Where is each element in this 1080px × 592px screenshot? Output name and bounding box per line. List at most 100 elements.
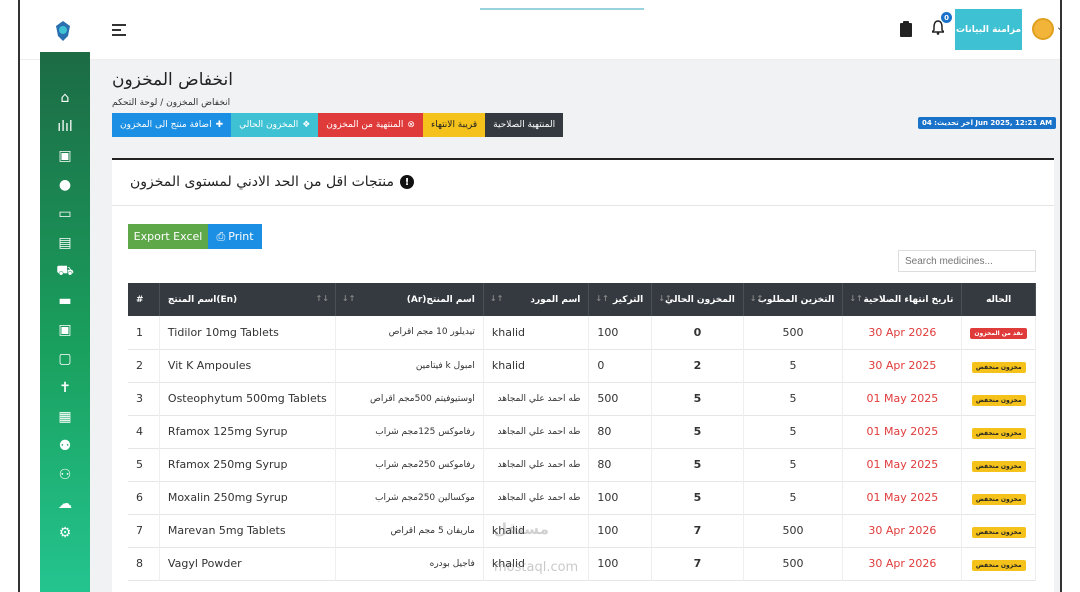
- building-icon[interactable]: ▦: [40, 406, 90, 428]
- briefcase-medical-icon[interactable]: ▣: [40, 319, 90, 341]
- cell-name-en: Rfamox 125mg Syrup: [159, 415, 336, 448]
- col-number[interactable]: #: [128, 283, 160, 316]
- col-current-stock[interactable]: المخزون الحالي ↑↓: [651, 283, 744, 316]
- cell-expiry: 30 Apr 2026: [842, 316, 963, 349]
- page-title: انخفاض المخزون: [112, 70, 233, 90]
- status-badge: مخزون منخفض: [971, 427, 1026, 439]
- cubes-icon: ❖: [302, 120, 311, 130]
- cell-status: مخزون منخفض: [961, 514, 1036, 547]
- chart-icon[interactable]: ılıl: [40, 116, 90, 138]
- search-input[interactable]: [898, 250, 1036, 272]
- cell-name-en: Osteophytum 500mg Tablets: [159, 382, 336, 415]
- print-button[interactable]: ⎙ Print: [208, 224, 262, 249]
- status-badge: مخزون منخفض: [971, 526, 1026, 538]
- cell-supplier: khalid: [483, 316, 590, 349]
- col-supplier[interactable]: اسم المورد ↑↓: [483, 283, 590, 316]
- cell-name-en: Vagyl Powder: [159, 547, 336, 580]
- truck-icon[interactable]: ▬: [40, 290, 90, 312]
- col-required-stock[interactable]: التخزين المطلوب ↑↓: [743, 283, 844, 316]
- table-row[interactable]: 1 Tidilor 10mg Tablets تيديلور 10 مجم اقرا…: [128, 316, 1036, 349]
- chevron-down-icon[interactable]: ⌄: [1056, 22, 1060, 33]
- table-row[interactable]: 4 Rfamox 125mg Syrup رفاموكس 125مجم شراب طه…: [128, 415, 1036, 448]
- app-logo-icon[interactable]: [54, 20, 72, 42]
- cell-status: مخزون منخفض: [961, 415, 1036, 448]
- cell-name-ar: تيديلور 10 مجم اقراص: [335, 316, 484, 349]
- cell-expiry: 30 Apr 2026: [842, 547, 963, 580]
- users-icon[interactable]: ⚉: [40, 435, 90, 457]
- bell-icon[interactable]: [932, 20, 944, 35]
- cell-name-ar: رفاموكس 125مجم شراب: [335, 415, 484, 448]
- col-name-ar[interactable]: اسم المنتج(Ar) ↑↓: [335, 283, 484, 316]
- cell-name-ar: اوستيوفيتم 500مجم اقراص: [335, 382, 484, 415]
- cloud-upload-icon[interactable]: ☁: [40, 493, 90, 515]
- table-row[interactable]: 6 Moxalin 250mg Syrup موكسالين 250مجم شراب…: [128, 481, 1036, 514]
- card-title: ! منتجات اقل من الحد الادني لمستوى المخز…: [130, 174, 415, 190]
- person-icon[interactable]: ✝: [40, 377, 90, 399]
- main-content: انخفاض المخزون انخفاض المخزون / لوحة الت…: [90, 60, 1060, 592]
- medkit-icon[interactable]: ▣: [40, 145, 90, 167]
- table-row[interactable]: 3 Osteophytum 500mg Tablets اوستيوفيتم 500…: [128, 382, 1036, 415]
- add-product-button[interactable]: ✚ اضافة منتج الى المخزون: [112, 113, 232, 137]
- cell-expiry: 30 Apr 2026: [842, 514, 963, 547]
- cell-required-stock: 500: [743, 547, 844, 580]
- cell-expiry: 01 May 2025: [842, 448, 963, 481]
- sidebar: ⌂ ılıl ▣ ● ▭ ▤ ⛟ ▬ ▣ ▢ ✝ ▦ ⚉ ⚇ ☁ ⚙: [40, 52, 90, 592]
- cell-name-ar: موكسالين 250مجم شراب: [335, 481, 484, 514]
- cell-current-stock: 5: [651, 448, 744, 481]
- col-status[interactable]: الحاله: [961, 283, 1036, 316]
- cell-name-en: Tidilor 10mg Tablets: [159, 316, 336, 349]
- cell-concentration: 100: [588, 514, 653, 547]
- cell-required-stock: 5: [743, 415, 844, 448]
- status-badge: مخزون منخفض: [971, 394, 1026, 406]
- watermark-logo: مستقل: [494, 520, 549, 538]
- col-concentration[interactable]: التركيز ↑↓: [588, 283, 653, 316]
- cell-required-stock: 5: [743, 382, 844, 415]
- cell-name-ar: رفاموكس 250مجم شراب: [335, 448, 484, 481]
- expired-button[interactable]: المنتهية الصلاحية: [485, 113, 564, 137]
- export-excel-button[interactable]: Export Excel: [128, 224, 208, 249]
- sort-icon: ↑↓: [315, 294, 329, 303]
- card-icon[interactable]: ▭: [40, 203, 90, 225]
- row-number: 1: [128, 316, 160, 349]
- sort-icon: ↑↓: [658, 294, 672, 303]
- table-row[interactable]: 5 Rfamox 250mg Syrup رفاموكس 250مجم شراب طه…: [128, 448, 1036, 481]
- cell-status: نفد من المخزون: [961, 316, 1036, 349]
- user-plus-icon[interactable]: ⚇: [40, 464, 90, 486]
- cell-status: مخزون منخفض: [961, 547, 1036, 580]
- table-row[interactable]: 7 Marevan 5mg Tablets ماريفان 5 مجم اقراص k…: [128, 514, 1036, 547]
- table-body: 1 Tidilor 10mg Tablets تيديلور 10 مجم اقرا…: [128, 316, 1036, 580]
- gear-icon[interactable]: ⚙: [40, 522, 90, 544]
- clipboard-icon[interactable]: [900, 21, 912, 37]
- sort-icon: ↑↓: [849, 294, 863, 303]
- cart-icon[interactable]: ⛟: [40, 261, 90, 283]
- status-badge: مخزون منخفض: [971, 493, 1026, 505]
- watermark-text: mostaql.com: [494, 560, 579, 575]
- cell-name-ar: ماريفان 5 مجم اقراص: [335, 514, 484, 547]
- col-name-en[interactable]: اسم المنتج(En) ↑↓: [159, 283, 336, 316]
- table-row[interactable]: 2 Vit K Ampoules امبول k فيتامين khalid 0 2 5 3…: [128, 349, 1036, 382]
- plus-icon: ✚: [215, 120, 224, 130]
- breadcrumb[interactable]: انخفاض المخزون / لوحة التحكم: [112, 98, 230, 108]
- cell-status: مخزون منخفض: [961, 382, 1036, 415]
- sync-data-button[interactable]: مزامنة البيانات: [955, 9, 1022, 50]
- menu-toggle-icon[interactable]: [112, 24, 126, 39]
- table-row[interactable]: 8 Vagyl Powder فاجيل بودره khalid 100 7 500 30 …: [128, 547, 1036, 580]
- out-of-stock-button[interactable]: ⊗ المنتهية من المخزون: [318, 113, 423, 137]
- home-icon[interactable]: ⌂: [40, 87, 90, 109]
- cell-expiry: 01 May 2025: [842, 481, 963, 514]
- status-badge: مخزون منخفض: [971, 361, 1026, 373]
- row-number: 5: [128, 448, 160, 481]
- row-number: 2: [128, 349, 160, 382]
- lock-icon[interactable]: ▢: [40, 348, 90, 370]
- cell-concentration: 100: [588, 547, 653, 580]
- near-expiry-button[interactable]: قريبة الانتهاء: [422, 113, 486, 137]
- document-icon[interactable]: ▤: [40, 232, 90, 254]
- cell-supplier: khalid: [483, 349, 590, 382]
- cell-concentration: 0: [588, 349, 653, 382]
- current-stock-button[interactable]: ❖ المخزون الحالي: [231, 113, 319, 137]
- row-number: 7: [128, 514, 160, 547]
- cell-required-stock: 500: [743, 514, 844, 547]
- col-expiry[interactable]: تاريخ انتهاء الصلاحية ↑↓: [842, 283, 963, 316]
- user-icon[interactable]: ●: [40, 174, 90, 196]
- avatar[interactable]: [1032, 18, 1054, 40]
